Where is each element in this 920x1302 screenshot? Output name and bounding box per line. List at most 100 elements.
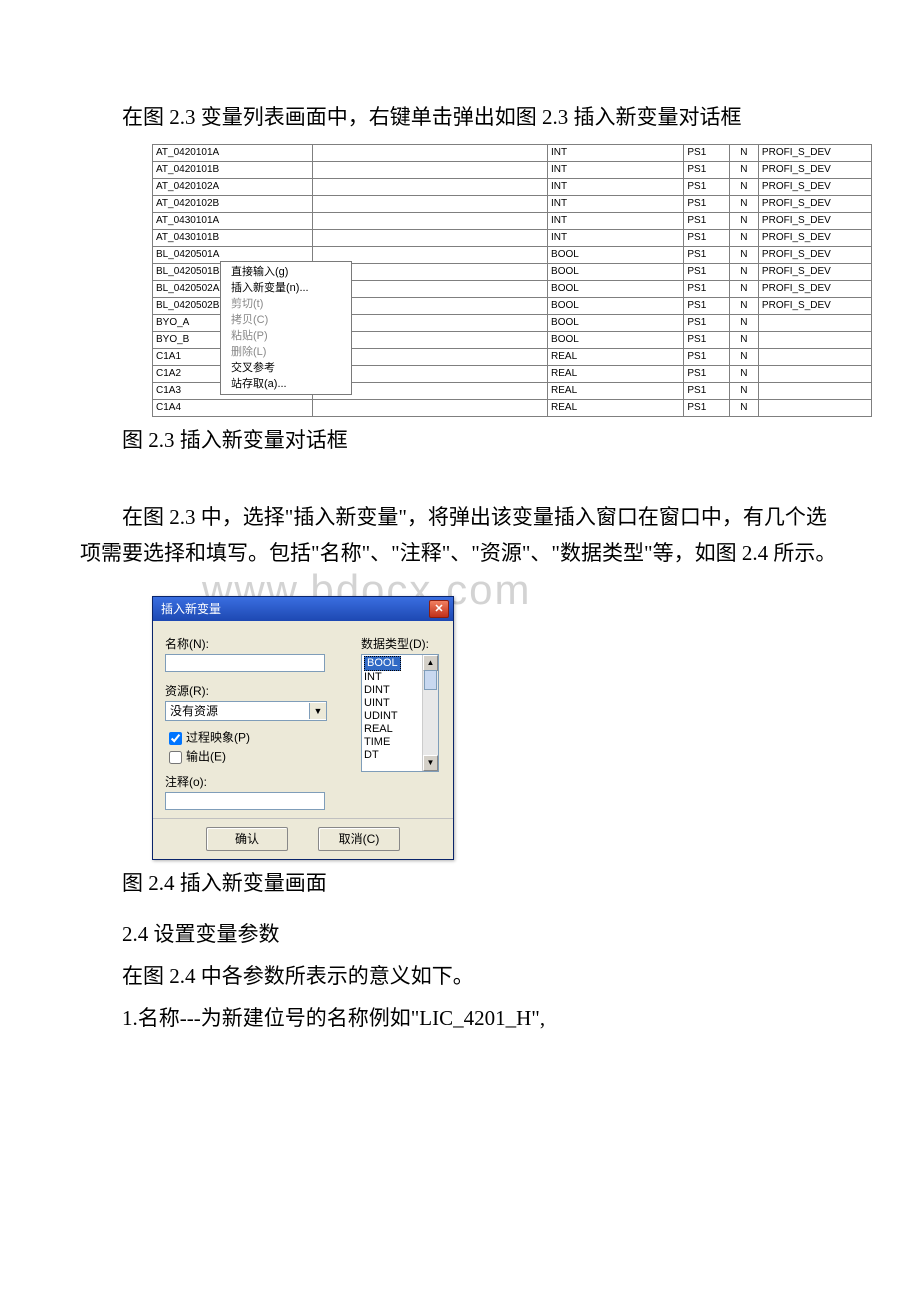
cell: BOOL [548, 263, 684, 280]
ok-button[interactable]: 确认 [206, 827, 288, 851]
cell: N [729, 178, 758, 195]
cell: PROFI_S_DEV [758, 144, 871, 161]
cell: REAL [548, 365, 684, 382]
cell [312, 229, 547, 246]
name-label: 名称(N): [165, 635, 349, 652]
cell: PS1 [684, 263, 729, 280]
cell: N [729, 365, 758, 382]
cell [312, 195, 547, 212]
cell: PS1 [684, 212, 729, 229]
context-menu-item[interactable]: 直接输入(g) [221, 264, 351, 280]
comment-input[interactable] [165, 792, 325, 810]
cell: PS1 [684, 314, 729, 331]
cell [758, 382, 871, 399]
cell: AT_0420101A [153, 144, 313, 161]
cell [758, 314, 871, 331]
cell: REAL [548, 399, 684, 416]
cell: INT [548, 178, 684, 195]
cell: REAL [548, 382, 684, 399]
cell: AT_0420102A [153, 178, 313, 195]
datatype-listbox[interactable]: BOOLINTDINTUINTUDINTREALTIMEDT ▲ ▼ [361, 654, 439, 772]
context-menu-item[interactable]: 插入新变量(n)... [221, 280, 351, 296]
cell: PS1 [684, 280, 729, 297]
cell: PS1 [684, 195, 729, 212]
chevron-down-icon[interactable]: ▼ [309, 703, 326, 719]
table-row[interactable]: AT_0420102B INTPS1NPROFI_S_DEV [153, 195, 872, 212]
scroll-up-icon[interactable]: ▲ [423, 655, 438, 671]
cell: INT [548, 229, 684, 246]
output-checkbox[interactable]: 输出(E) [165, 748, 349, 767]
cell: N [729, 263, 758, 280]
table-row[interactable]: AT_0420101A INTPS1NPROFI_S_DEV [153, 144, 872, 161]
dialog-titlebar[interactable]: 插入新变量 ✕ [153, 597, 453, 621]
cell: INT [548, 161, 684, 178]
cell: PS1 [684, 178, 729, 195]
insert-variable-dialog: 插入新变量 ✕ 名称(N): 资源(R): 没有资源 ▼ 过程映象(P) [152, 596, 454, 860]
cell: INT [548, 195, 684, 212]
cell: BOOL [548, 314, 684, 331]
cell: BOOL [548, 246, 684, 263]
cell: N [729, 161, 758, 178]
output-checkbox-input[interactable] [169, 751, 182, 764]
cell: PS1 [684, 297, 729, 314]
cell [758, 399, 871, 416]
table-row[interactable]: AT_0420101BINTPS1NPROFI_S_DEV [153, 161, 872, 178]
cell: N [729, 280, 758, 297]
cell: AT_0430101A [153, 212, 313, 229]
context-menu-item: 剪切(t) [221, 296, 351, 312]
listbox-scrollbar[interactable]: ▲ ▼ [422, 655, 438, 771]
cell: PS1 [684, 382, 729, 399]
context-menu-item[interactable]: 站存取(a)... [221, 376, 351, 392]
cell: N [729, 331, 758, 348]
table-row[interactable]: AT_0430101AINTPS1NPROFI_S_DEV [153, 212, 872, 229]
cell: N [729, 348, 758, 365]
cancel-button[interactable]: 取消(C) [318, 827, 400, 851]
cell: N [729, 297, 758, 314]
table-row[interactable]: C1A4REALPS1N [153, 399, 872, 416]
cell: PS1 [684, 144, 729, 161]
process-image-label: 过程映象(P) [186, 730, 250, 744]
cell [758, 365, 871, 382]
resource-combo-value: 没有资源 [170, 702, 218, 719]
close-icon[interactable]: ✕ [429, 600, 449, 618]
cell: PROFI_S_DEV [758, 246, 871, 263]
scroll-down-icon[interactable]: ▼ [423, 755, 438, 771]
cell: PROFI_S_DEV [758, 161, 871, 178]
cell: N [729, 314, 758, 331]
cell: INT [548, 144, 684, 161]
datatype-item-selected[interactable]: BOOL [364, 656, 401, 671]
figure-2-3-caption: 图 2.3 插入新变量对话框 [80, 423, 840, 459]
cell: BOOL [548, 297, 684, 314]
cell: REAL [548, 348, 684, 365]
cell: N [729, 229, 758, 246]
cell: BOOL [548, 331, 684, 348]
table-row[interactable]: AT_0420102A INTPS1NPROFI_S_DEV [153, 178, 872, 195]
cell: N [729, 399, 758, 416]
paragraph-desc-24: 在图 2.4 中各参数所表示的意义如下。 [80, 955, 840, 997]
process-image-checkbox[interactable]: 过程映象(P) [165, 729, 349, 748]
cell: PROFI_S_DEV [758, 297, 871, 314]
cell: N [729, 195, 758, 212]
cell [758, 348, 871, 365]
cell: INT [548, 212, 684, 229]
cell: PS1 [684, 229, 729, 246]
process-image-checkbox-input[interactable] [169, 732, 182, 745]
cell: AT_0430101B [153, 229, 313, 246]
cell: PS1 [684, 365, 729, 382]
context-menu-item: 拷贝(C) [221, 312, 351, 328]
context-menu-item: 删除(L) [221, 344, 351, 360]
cell: PS1 [684, 246, 729, 263]
scroll-thumb[interactable] [424, 670, 437, 690]
cell: N [729, 144, 758, 161]
cell [312, 399, 547, 416]
cell: AT_0420102B [153, 195, 313, 212]
resource-combo[interactable]: 没有资源 ▼ [165, 701, 327, 721]
context-menu-item[interactable]: 交叉参考 [221, 360, 351, 376]
cell: PROFI_S_DEV [758, 178, 871, 195]
cell: PROFI_S_DEV [758, 195, 871, 212]
table-row[interactable]: AT_0430101BINTPS1NPROFI_S_DEV [153, 229, 872, 246]
context-menu[interactable]: 直接输入(g)插入新变量(n)...剪切(t)拷贝(C)粘贴(P)删除(L)交叉… [220, 261, 352, 395]
cell: PROFI_S_DEV [758, 280, 871, 297]
cell: C1A4 [153, 399, 313, 416]
name-input[interactable] [165, 654, 325, 672]
